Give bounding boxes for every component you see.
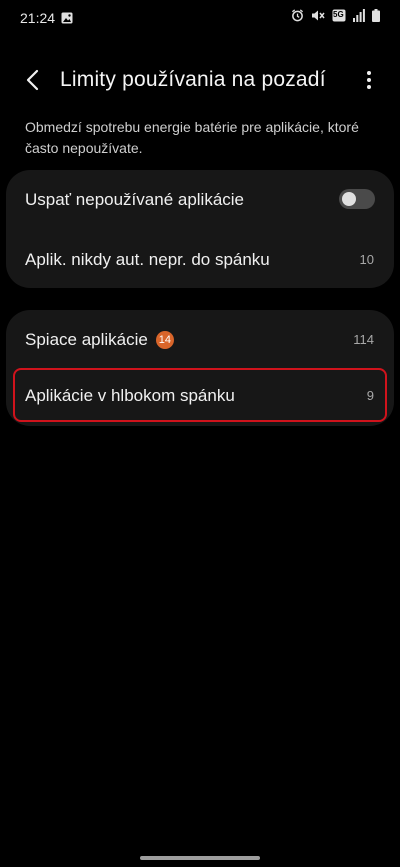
network-5g-icon: 5G [332,9,346,22]
app-bar: Limity používania na pozadí [0,58,400,106]
sleeping-apps-label: Spiace aplikácie [25,330,148,349]
mute-icon [311,9,325,22]
back-arrow-icon[interactable] [22,68,46,92]
sleeping-apps-count: 114 [353,332,374,347]
never-sleeping-apps-label: Aplik. nikdy aut. nepr. do spánku [25,250,270,269]
toggle-knob [342,192,356,206]
home-indicator[interactable] [140,856,260,860]
more-options-icon[interactable] [364,68,374,92]
page-description: Obmedzí spotrebu energie batérie pre apl… [25,119,359,156]
never-sleeping-apps-count: 10 [359,252,374,267]
status-icons: 5G [291,9,380,22]
sleeping-apps-row[interactable]: Spiace aplikácie 14 114 [6,310,394,368]
sleeping-apps-badge: 14 [155,331,174,349]
never-sleeping-apps-row[interactable]: Aplik. nikdy aut. nepr. do spánku 10 [6,230,394,288]
alarm-icon [291,9,304,22]
signal-icon [353,9,365,22]
battery-icon [372,9,380,22]
settings-group-sleeping-apps: Spiace aplikácie 14 114 Aplikácie v hlbok… [6,310,394,426]
page-title: Limity používania na pozadí [60,68,326,91]
sleep-unused-apps-toggle[interactable] [339,189,375,209]
settings-group-sleep: Uspať nepoužívané aplikácie Aplik. nikdy… [6,170,394,288]
highlight-outline [13,368,387,422]
sleep-unused-apps-row[interactable]: Uspať nepoužívané aplikácie [6,170,394,228]
gallery-icon [61,12,73,24]
status-bar: 21:24 5G [0,0,400,36]
sleep-unused-apps-label: Uspať nepoužívané aplikácie [25,190,245,209]
status-time: 21:24 [20,10,56,26]
sleeping-apps-label-wrap: Spiace aplikácie 14 [25,330,174,350]
